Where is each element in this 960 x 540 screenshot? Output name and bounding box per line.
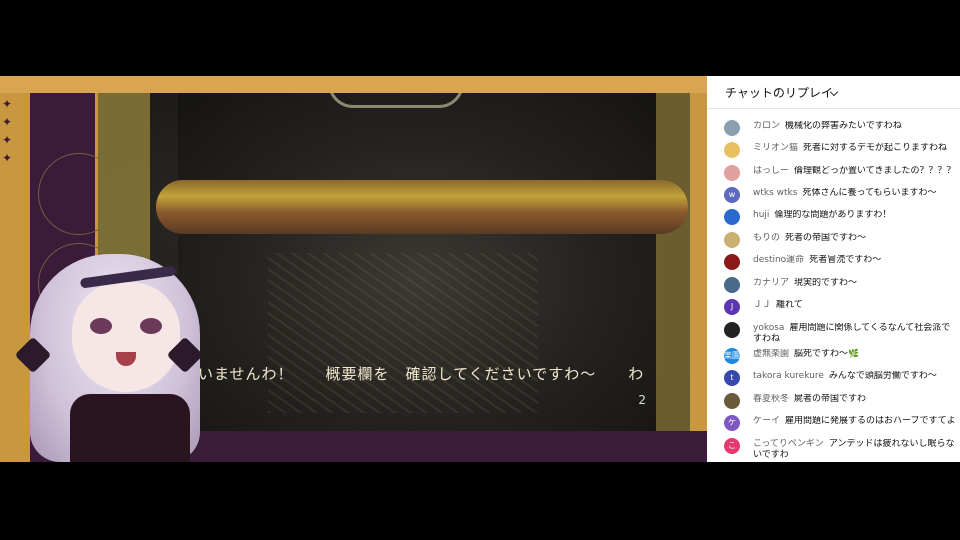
chat-author-name[interactable]: destino運命 [753, 255, 804, 265]
chat-message[interactable]: destino運命 死者冒涜ですわ〜 [707, 251, 960, 273]
user-avatar-icon[interactable]: こ [724, 438, 740, 454]
chat-message-body: こってりペンギン アンデッドは疲れないし眠らないですわ [753, 439, 959, 461]
chat-message-body: destino運命 死者冒涜ですわ〜 [753, 255, 959, 266]
chat-message-body: ＪＪ 離れて [753, 300, 959, 311]
user-avatar-icon[interactable] [724, 232, 740, 248]
chat-message[interactable]: w wtks wtks 死体さんに養ってもらいますわ〜 [707, 184, 960, 206]
user-avatar-icon[interactable]: w [724, 187, 740, 203]
user-avatar-icon[interactable]: t [724, 370, 740, 386]
video-player[interactable]: ✦ ✦ ✦ ✦ 2 [0, 76, 707, 462]
chat-message-body: 虚無楽園 脳死ですわ〜🌿 [753, 349, 959, 360]
chat-message-text: 死者の帝国ですわ〜 [785, 233, 867, 243]
star-decoration-icon: ✦ [2, 115, 13, 129]
chat-message-body: takora kurekure みんなで頭脳労働ですわ〜 [753, 371, 959, 382]
chat-message-body: huji 倫理的な問題がありますわ！ [753, 210, 959, 221]
chat-author-name[interactable]: wtks wtks [753, 188, 797, 198]
chat-author-name[interactable]: もりの [753, 233, 780, 243]
chat-author-name[interactable]: huji [753, 210, 769, 220]
avatar-eye-left [90, 318, 112, 334]
star-decoration-icon: ✦ [2, 151, 13, 165]
chat-message-text: 脳死ですわ〜🌿 [794, 349, 860, 359]
user-avatar-icon[interactable] [724, 120, 740, 136]
chat-message-body: yokosa 雇用問題に関係してくるなんて社会派ですわね [753, 323, 959, 345]
user-avatar-icon[interactable] [724, 322, 740, 338]
live-chat-panel: チャットのリプレイ カロン 機械化の弊害みたいですわね ミリオン猫 死者に対するデモが… [707, 76, 960, 462]
star-decoration-icon: ✦ [2, 97, 13, 111]
game-counter: 2 [638, 393, 646, 407]
chat-message[interactable]: もりの 死者の帝国ですわ〜 [707, 229, 960, 251]
chat-message[interactable]: huji 倫理的な問題がありますわ！ [707, 206, 960, 228]
chat-author-name[interactable]: ＪＪ [753, 300, 771, 310]
chat-message[interactable]: ミリオン猫 死者に対するデモが起こりますわね [707, 139, 960, 161]
user-avatar-icon[interactable] [724, 209, 740, 225]
chat-message-body: 春夏秋冬 屍者の帝国ですわ [753, 394, 959, 405]
stream-caption: いませんわ！ 概要欄を 確認してくださいですわ〜 わ [198, 365, 645, 383]
chat-message[interactable]: カロン 機械化の弊害みたいですわね [707, 117, 960, 139]
chat-message-text: 雇用問題に発展するのはおハーブですてよ [785, 416, 956, 426]
chat-author-name[interactable]: こってりペンギン [753, 439, 824, 449]
chat-message[interactable]: ケ ケーイ 雇用問題に発展するのはおハーブですてよ [707, 412, 960, 434]
roots [268, 253, 538, 413]
user-avatar-icon[interactable]: J [724, 299, 740, 315]
user-avatar-icon[interactable] [724, 165, 740, 181]
avatar-eye-right [140, 318, 162, 334]
chat-author-name[interactable]: はっしー [753, 166, 789, 176]
letterbox-bottom [0, 462, 960, 540]
chat-message-text: 離れて [776, 300, 803, 310]
chat-message[interactable]: 春夏秋冬 屍者の帝国ですわ [707, 390, 960, 412]
letterbox-top [0, 0, 960, 76]
chat-message-text: 死者冒涜ですわ〜 [809, 255, 882, 265]
user-avatar-icon[interactable]: ケ [724, 415, 740, 431]
chat-message-body: はっしー 倫理観どっか置いてきましたの？？？？ [753, 166, 959, 177]
chat-author-name[interactable]: 春夏秋冬 [753, 394, 789, 404]
ladder-rung [156, 180, 688, 234]
chat-message-body: カロン 機械化の弊害みたいですわね [753, 121, 959, 132]
chat-message-body: ケーイ 雇用問題に発展するのはおハーブですてよ [753, 416, 959, 427]
chat-author-name[interactable]: 虚無楽園 [753, 349, 789, 359]
chat-message-text: 倫理観どっか置いてきましたの？？？？ [794, 166, 956, 176]
chat-author-name[interactable]: takora kurekure [753, 371, 824, 381]
chat-message[interactable]: yokosa 雇用問題に関係してくるなんて社会派ですわね [707, 319, 960, 344]
chat-message-text: 死者に対するデモが起こりますわね [803, 143, 948, 153]
avatar-face [72, 282, 180, 392]
stream-frame-top-band [0, 76, 707, 93]
chat-message[interactable]: t takora kurekure みんなで頭脳労働ですわ〜 [707, 367, 960, 389]
chat-author-name[interactable]: カロン [753, 121, 780, 131]
chat-message-body: もりの 死者の帝国ですわ〜 [753, 233, 959, 244]
chat-header[interactable]: チャットのリプレイ [707, 76, 960, 109]
chat-author-name[interactable]: yokosa [753, 323, 784, 333]
star-decoration-icon: ✦ [2, 133, 13, 147]
chat-message-text: 屍者の帝国ですわ [794, 394, 867, 404]
user-avatar-icon[interactable] [724, 277, 740, 293]
user-avatar-icon[interactable] [724, 393, 740, 409]
chat-message[interactable]: カナリア 現実的ですわ〜 [707, 274, 960, 296]
chat-message[interactable]: J ＪＪ 離れて [707, 296, 960, 318]
chat-author-name[interactable]: ケーイ [753, 416, 780, 426]
vtuber-avatar [0, 254, 215, 462]
chat-title[interactable]: チャットのリプレイ [725, 84, 833, 101]
chat-message[interactable]: ここってりペンギン アンデッドは疲れないし眠らないですわ [707, 435, 960, 460]
chat-message-text: 機械化の弊害みたいですわね [785, 121, 902, 131]
chat-message-body: ミリオン猫 死者に対するデモが起こりますわね [753, 143, 959, 154]
chat-message-text: みんなで頭脳労働ですわ〜 [828, 371, 937, 381]
avatar-body [70, 394, 190, 462]
user-avatar-icon[interactable] [724, 142, 740, 158]
user-avatar-icon[interactable]: 楽園 [724, 348, 740, 364]
chat-message-body: カナリア 現実的ですわ〜 [753, 278, 959, 289]
chat-message[interactable]: はっしー 倫理観どっか置いてきましたの？？？？ [707, 162, 960, 184]
chat-message[interactable]: 楽園 虚無楽園 脳死ですわ〜🌿 [707, 345, 960, 367]
user-avatar-icon[interactable] [724, 254, 740, 270]
chat-message-text: 現実的ですわ〜 [794, 278, 858, 288]
chat-author-name[interactable]: ミリオン猫 [753, 143, 798, 153]
chat-author-name[interactable]: カナリア [753, 278, 789, 288]
chat-message-body: wtks wtks 死体さんに養ってもらいますわ〜 [753, 188, 959, 199]
chat-message-text: 死体さんに養ってもらいますわ〜 [802, 188, 937, 198]
ladder-rail-right [656, 93, 690, 431]
pipe [328, 93, 464, 108]
chat-message-text: 倫理的な問題がありますわ！ [774, 210, 892, 220]
